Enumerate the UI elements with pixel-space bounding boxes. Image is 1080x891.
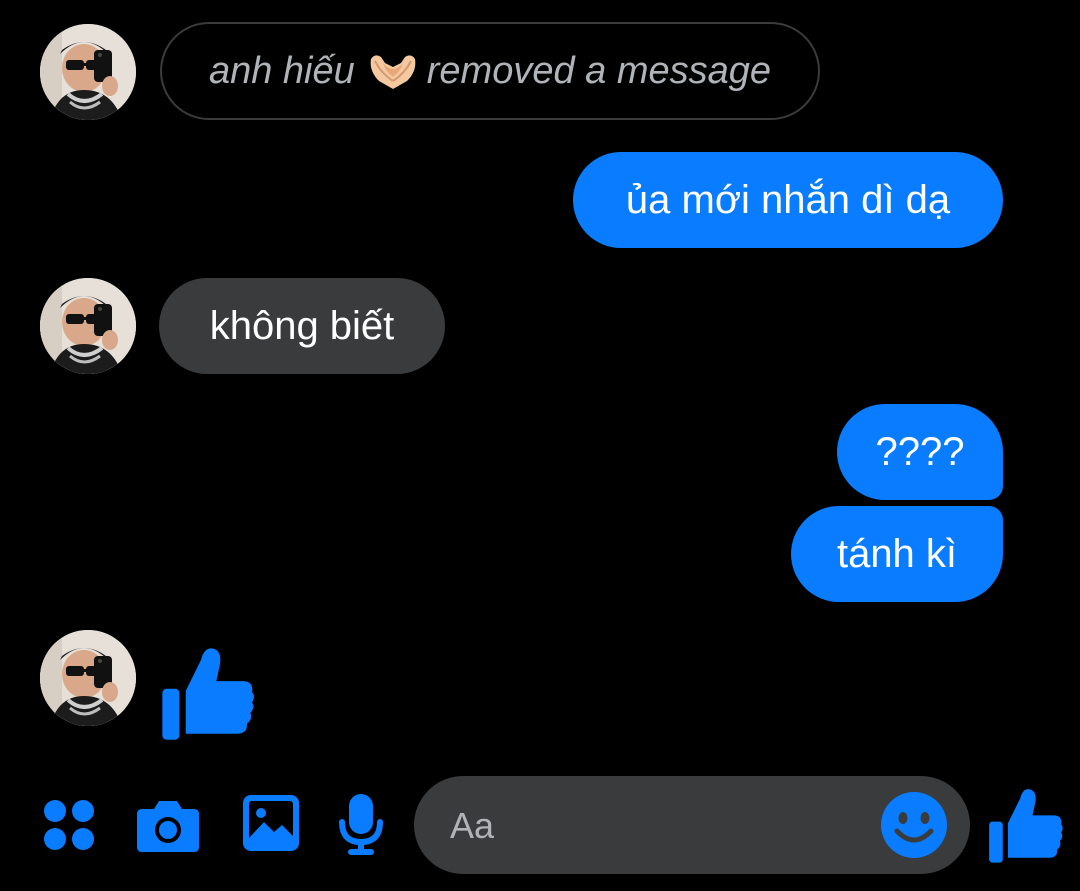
microphone-icon[interactable] <box>338 794 384 856</box>
message-text: ???? <box>875 429 965 474</box>
system-message-actor: anh hiếu <box>208 49 355 92</box>
avatar-image <box>40 24 136 120</box>
send-thumbs-up-button[interactable] <box>984 784 1066 866</box>
avatar-image <box>40 278 136 374</box>
camera-icon[interactable] <box>136 797 200 853</box>
system-message: anh hiếu removed a message <box>160 22 820 120</box>
message-input-container <box>414 776 970 876</box>
message-text: ủa mới nhắn dì dạ <box>625 177 951 222</box>
avatar[interactable] <box>40 24 136 120</box>
thumbs-up-icon <box>989 789 1063 863</box>
message-text: không biết <box>209 303 395 348</box>
outgoing-message[interactable]: ???? <box>837 404 1003 500</box>
grid-menu-icon[interactable] <box>42 798 96 852</box>
chat-screen: anh hiếu removed a message ủa mới nhắn d… <box>0 0 1080 891</box>
image-icon[interactable] <box>242 794 300 852</box>
message-input[interactable] <box>448 776 872 876</box>
incoming-message[interactable]: không biết <box>159 278 445 374</box>
system-message-action: removed a message <box>426 49 772 92</box>
thumbs-up-icon[interactable] <box>156 642 258 744</box>
message-text: tánh kì <box>836 531 958 576</box>
avatar-image <box>40 630 136 726</box>
avatar[interactable] <box>40 630 136 726</box>
outgoing-message[interactable]: tánh kì <box>791 506 1003 602</box>
outgoing-message[interactable]: ủa mới nhắn dì dạ <box>573 152 1003 248</box>
heart-hands-icon <box>367 51 419 91</box>
avatar[interactable] <box>40 278 136 374</box>
smiley-icon[interactable] <box>880 791 948 859</box>
